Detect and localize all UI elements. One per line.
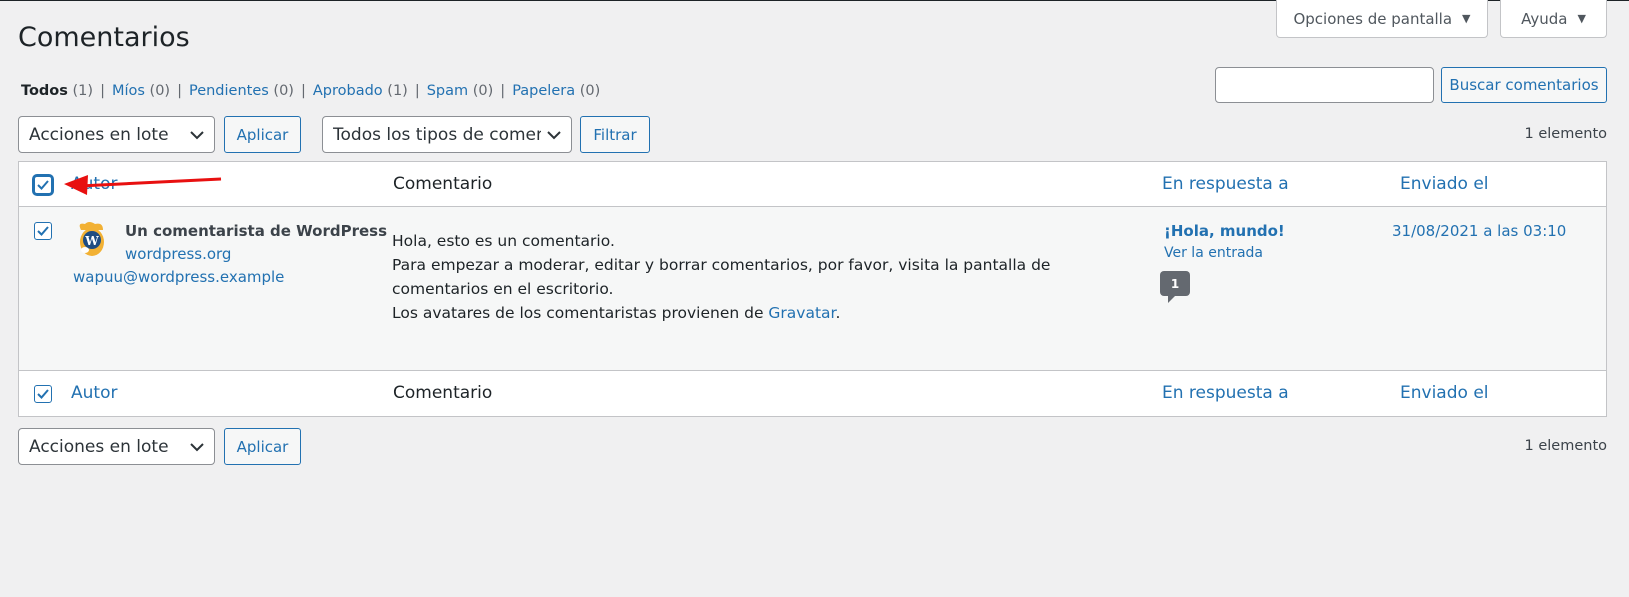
comment-line: Para empezar a moderar, editar y borrar …	[392, 256, 1051, 298]
filter-spam[interactable]: Spam (0)	[427, 83, 494, 99]
wapuu-avatar-icon: W	[79, 222, 104, 256]
filter-all[interactable]: Todos (1)	[21, 83, 93, 99]
separator: |	[177, 83, 182, 99]
checkmark-icon	[37, 389, 49, 399]
comment-line: Los avatares de los comentaristas provie…	[392, 304, 841, 322]
comment-type-value: Todos los tipos de comentarios	[333, 124, 541, 145]
comment-count-bubble[interactable]: 1	[1160, 271, 1190, 303]
filter-label: Filtrar	[593, 125, 637, 144]
author-url-link[interactable]: wordpress.org	[125, 245, 231, 263]
apply-label: Aplicar	[236, 125, 289, 144]
comment-date-link[interactable]: 31/08/2021 a las 03:10	[1392, 222, 1566, 240]
table-footer: Autor Comentario En respuesta a Enviado …	[19, 370, 1606, 416]
svg-text:W: W	[84, 234, 99, 248]
select-all-checkbox-footer[interactable]	[34, 385, 52, 403]
bulk-actions-select-bottom[interactable]: Acciones en lote	[18, 428, 215, 465]
gravatar-link[interactable]: Gravatar	[768, 304, 835, 322]
comments-table: Autor Comentario En respuesta a Enviado …	[18, 161, 1607, 417]
column-author[interactable]: Autor	[71, 174, 117, 194]
chevron-down-icon	[547, 130, 561, 139]
view-post-link[interactable]: Ver la entrada	[1164, 245, 1263, 261]
table-header: Autor Comentario En respuesta a Enviado …	[19, 162, 1606, 207]
help-label: Ayuda	[1521, 9, 1568, 28]
apply-button[interactable]: Aplicar	[224, 116, 301, 153]
separator: |	[414, 83, 420, 99]
items-count: 1 elemento	[1524, 126, 1608, 142]
search-input[interactable]	[1215, 67, 1434, 103]
checkmark-icon	[37, 226, 49, 236]
filter-button[interactable]: Filtrar	[580, 116, 650, 153]
bulk-actions-select[interactable]: Acciones en lote	[18, 116, 215, 153]
column-comment: Comentario	[393, 383, 493, 403]
bulk-actions-value: Acciones en lote	[29, 124, 169, 145]
checkmark-icon	[37, 180, 49, 190]
post-title-link[interactable]: ¡Hola, mundo!	[1164, 222, 1285, 240]
chevron-down-icon	[190, 442, 204, 451]
column-in-response-to[interactable]: En respuesta a	[1162, 174, 1289, 194]
search-comments-button[interactable]: Buscar comentarios	[1441, 67, 1607, 103]
page-title: Comentarios	[18, 22, 190, 53]
separator: |	[500, 83, 506, 99]
items-count-bottom: 1 elemento	[1524, 438, 1608, 454]
status-filters: Todos (1) | Míos (0) | Pendientes (0) | …	[21, 83, 600, 99]
filter-approved[interactable]: Aprobado (1)	[313, 83, 408, 99]
chevron-down-icon	[190, 130, 204, 139]
table-row: W Un comentarista de WordPress wordpress…	[19, 207, 1606, 371]
comment-line: Hola, esto es un comentario.	[392, 232, 615, 250]
column-in-response-to[interactable]: En respuesta a	[1162, 383, 1289, 403]
select-all-checkbox[interactable]	[34, 176, 52, 194]
author-email-link[interactable]: wapuu@wordpress.example	[73, 268, 284, 286]
filter-trash[interactable]: Papelera (0)	[512, 83, 600, 99]
column-comment: Comentario	[393, 174, 493, 194]
help-button[interactable]: Ayuda ▼	[1500, 0, 1607, 38]
screen-options-button[interactable]: Opciones de pantalla ▼	[1276, 0, 1488, 38]
apply-button-bottom[interactable]: Aplicar	[224, 428, 301, 465]
separator: |	[300, 83, 306, 99]
separator: |	[100, 83, 105, 99]
search-comments-label: Buscar comentarios	[1449, 76, 1599, 94]
comment-type-select[interactable]: Todos los tipos de comentarios	[322, 116, 572, 153]
filter-mine[interactable]: Míos (0)	[112, 83, 170, 99]
triangle-down-icon: ▼	[1577, 12, 1586, 25]
column-submitted-on[interactable]: Enviado el	[1400, 174, 1489, 194]
author-name: Un comentarista de WordPress	[125, 222, 388, 240]
apply-label: Aplicar	[236, 437, 289, 456]
column-author[interactable]: Autor	[71, 383, 117, 403]
comment-text: Hola, esto es un comentario. Para empeza…	[392, 229, 1112, 325]
bulk-actions-value: Acciones en lote	[29, 436, 169, 457]
row-checkbox[interactable]	[34, 222, 52, 240]
column-submitted-on[interactable]: Enviado el	[1400, 383, 1489, 403]
triangle-down-icon: ▼	[1462, 12, 1471, 25]
comment-count: 1	[1170, 276, 1180, 291]
filter-pending[interactable]: Pendientes (0)	[189, 83, 294, 99]
screen-options-label: Opciones de pantalla	[1293, 9, 1453, 28]
